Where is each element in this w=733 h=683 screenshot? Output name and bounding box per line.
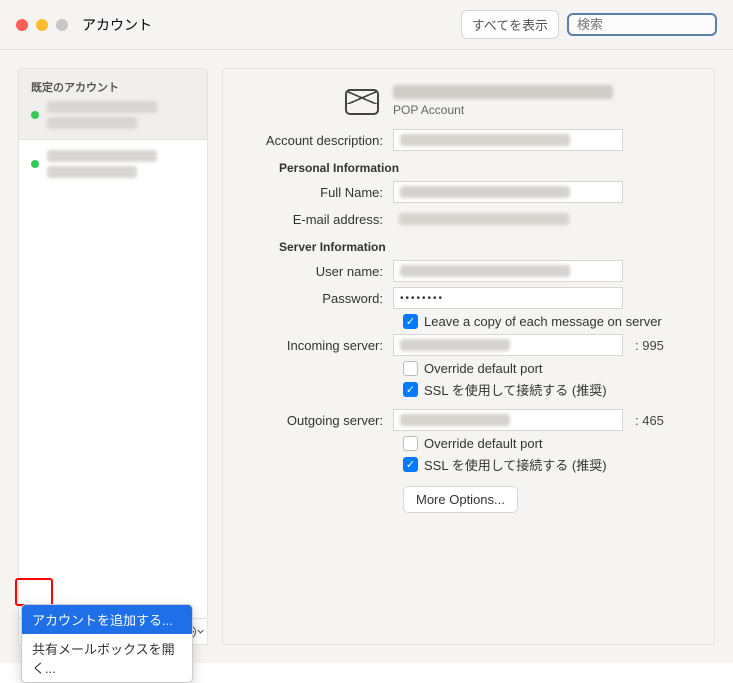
account-type: POP Account	[393, 103, 613, 117]
close-icon[interactable]	[16, 19, 28, 31]
label-password: Password:	[245, 291, 393, 306]
row-description: Account description:	[245, 129, 692, 151]
accounts-window: アカウント すべてを表示 既定のアカウント	[0, 0, 733, 663]
label-ssl: SSL を使用して接続する (推奨)	[424, 455, 607, 474]
section-personal: Personal Information	[279, 161, 692, 175]
account-sidebar: 既定のアカウント	[18, 68, 208, 645]
label-override: Override default port	[424, 361, 543, 376]
value-redacted	[400, 339, 510, 351]
account-detail: POP Account Account description: Persona…	[222, 68, 715, 645]
window-title: アカウント	[82, 15, 152, 35]
check-in-override[interactable]: Override default port	[403, 361, 692, 376]
value-redacted	[400, 134, 570, 146]
more-options-button[interactable]: More Options...	[403, 486, 518, 513]
menu-add-account[interactable]: アカウントを追加する...	[22, 605, 192, 634]
search-field[interactable]	[567, 13, 717, 36]
default-account-label: 既定のアカウント	[31, 79, 195, 95]
check-leave-copy[interactable]: ✓ Leave a copy of each message on server	[403, 314, 692, 329]
label-leave-copy: Leave a copy of each message on server	[424, 314, 662, 329]
row-fullname: Full Name:	[245, 181, 692, 203]
account-name-redacted	[47, 101, 157, 113]
checkbox-icon: ✓	[403, 457, 418, 472]
input-fullname[interactable]	[393, 181, 623, 203]
row-password: Password: ••••••••	[245, 287, 692, 309]
password-mask: ••••••••	[400, 293, 444, 304]
account-item[interactable]: 既定のアカウント	[19, 69, 207, 140]
check-out-override[interactable]: Override default port	[403, 436, 692, 451]
mail-icon	[345, 89, 379, 115]
checkbox-icon	[403, 436, 418, 451]
status-dot-icon	[31, 160, 39, 168]
incoming-port: : 995	[635, 338, 664, 353]
checkbox-icon: ✓	[403, 314, 418, 329]
row-email: E-mail address:	[245, 208, 692, 230]
label-incoming: Incoming server:	[245, 338, 393, 353]
label-override: Override default port	[424, 436, 543, 451]
account-sub-redacted	[47, 117, 137, 129]
value-redacted	[400, 265, 570, 277]
row-incoming: Incoming server: : 995	[245, 334, 692, 356]
account-title-redacted	[393, 85, 613, 99]
window-controls	[16, 19, 68, 31]
add-menu: アカウントを追加する... 共有メールボックスを開く...	[21, 604, 193, 683]
value-email	[393, 208, 623, 230]
value-redacted	[399, 213, 569, 225]
check-out-ssl[interactable]: ✓ SSL を使用して接続する (推奨)	[403, 455, 692, 474]
label-username: User name:	[245, 264, 393, 279]
input-incoming[interactable]	[393, 334, 623, 356]
account-sub-redacted	[47, 166, 137, 178]
chevron-down-icon	[197, 629, 204, 634]
checkbox-icon: ✓	[403, 382, 418, 397]
value-redacted	[400, 186, 570, 198]
label-email: E-mail address:	[245, 212, 393, 227]
section-server: Server Information	[279, 240, 692, 254]
show-all-button[interactable]: すべてを表示	[461, 10, 559, 39]
outgoing-port: : 465	[635, 413, 664, 428]
minimize-icon[interactable]	[36, 19, 48, 31]
value-redacted	[400, 414, 510, 426]
body: 既定のアカウント	[0, 50, 733, 663]
input-description[interactable]	[393, 129, 623, 151]
check-in-ssl[interactable]: ✓ SSL を使用して接続する (推奨)	[403, 380, 692, 399]
checkbox-icon	[403, 361, 418, 376]
label-ssl: SSL を使用して接続する (推奨)	[424, 380, 607, 399]
account-header: POP Account	[345, 85, 692, 117]
input-password[interactable]: ••••••••	[393, 287, 623, 309]
row-username: User name:	[245, 260, 692, 282]
label-description: Account description:	[245, 133, 393, 148]
row-outgoing: Outgoing server: : 465	[245, 409, 692, 431]
search-input[interactable]	[577, 17, 733, 32]
input-outgoing[interactable]	[393, 409, 623, 431]
input-username[interactable]	[393, 260, 623, 282]
account-list: 既定のアカウント	[18, 68, 208, 619]
menu-open-shared[interactable]: 共有メールボックスを開く...	[22, 634, 192, 682]
account-name-redacted	[47, 150, 157, 162]
zoom-icon[interactable]	[56, 19, 68, 31]
label-outgoing: Outgoing server:	[245, 413, 393, 428]
account-item[interactable]	[19, 140, 207, 188]
label-fullname: Full Name:	[245, 185, 393, 200]
status-dot-icon	[31, 111, 39, 119]
titlebar: アカウント すべてを表示	[0, 0, 733, 50]
